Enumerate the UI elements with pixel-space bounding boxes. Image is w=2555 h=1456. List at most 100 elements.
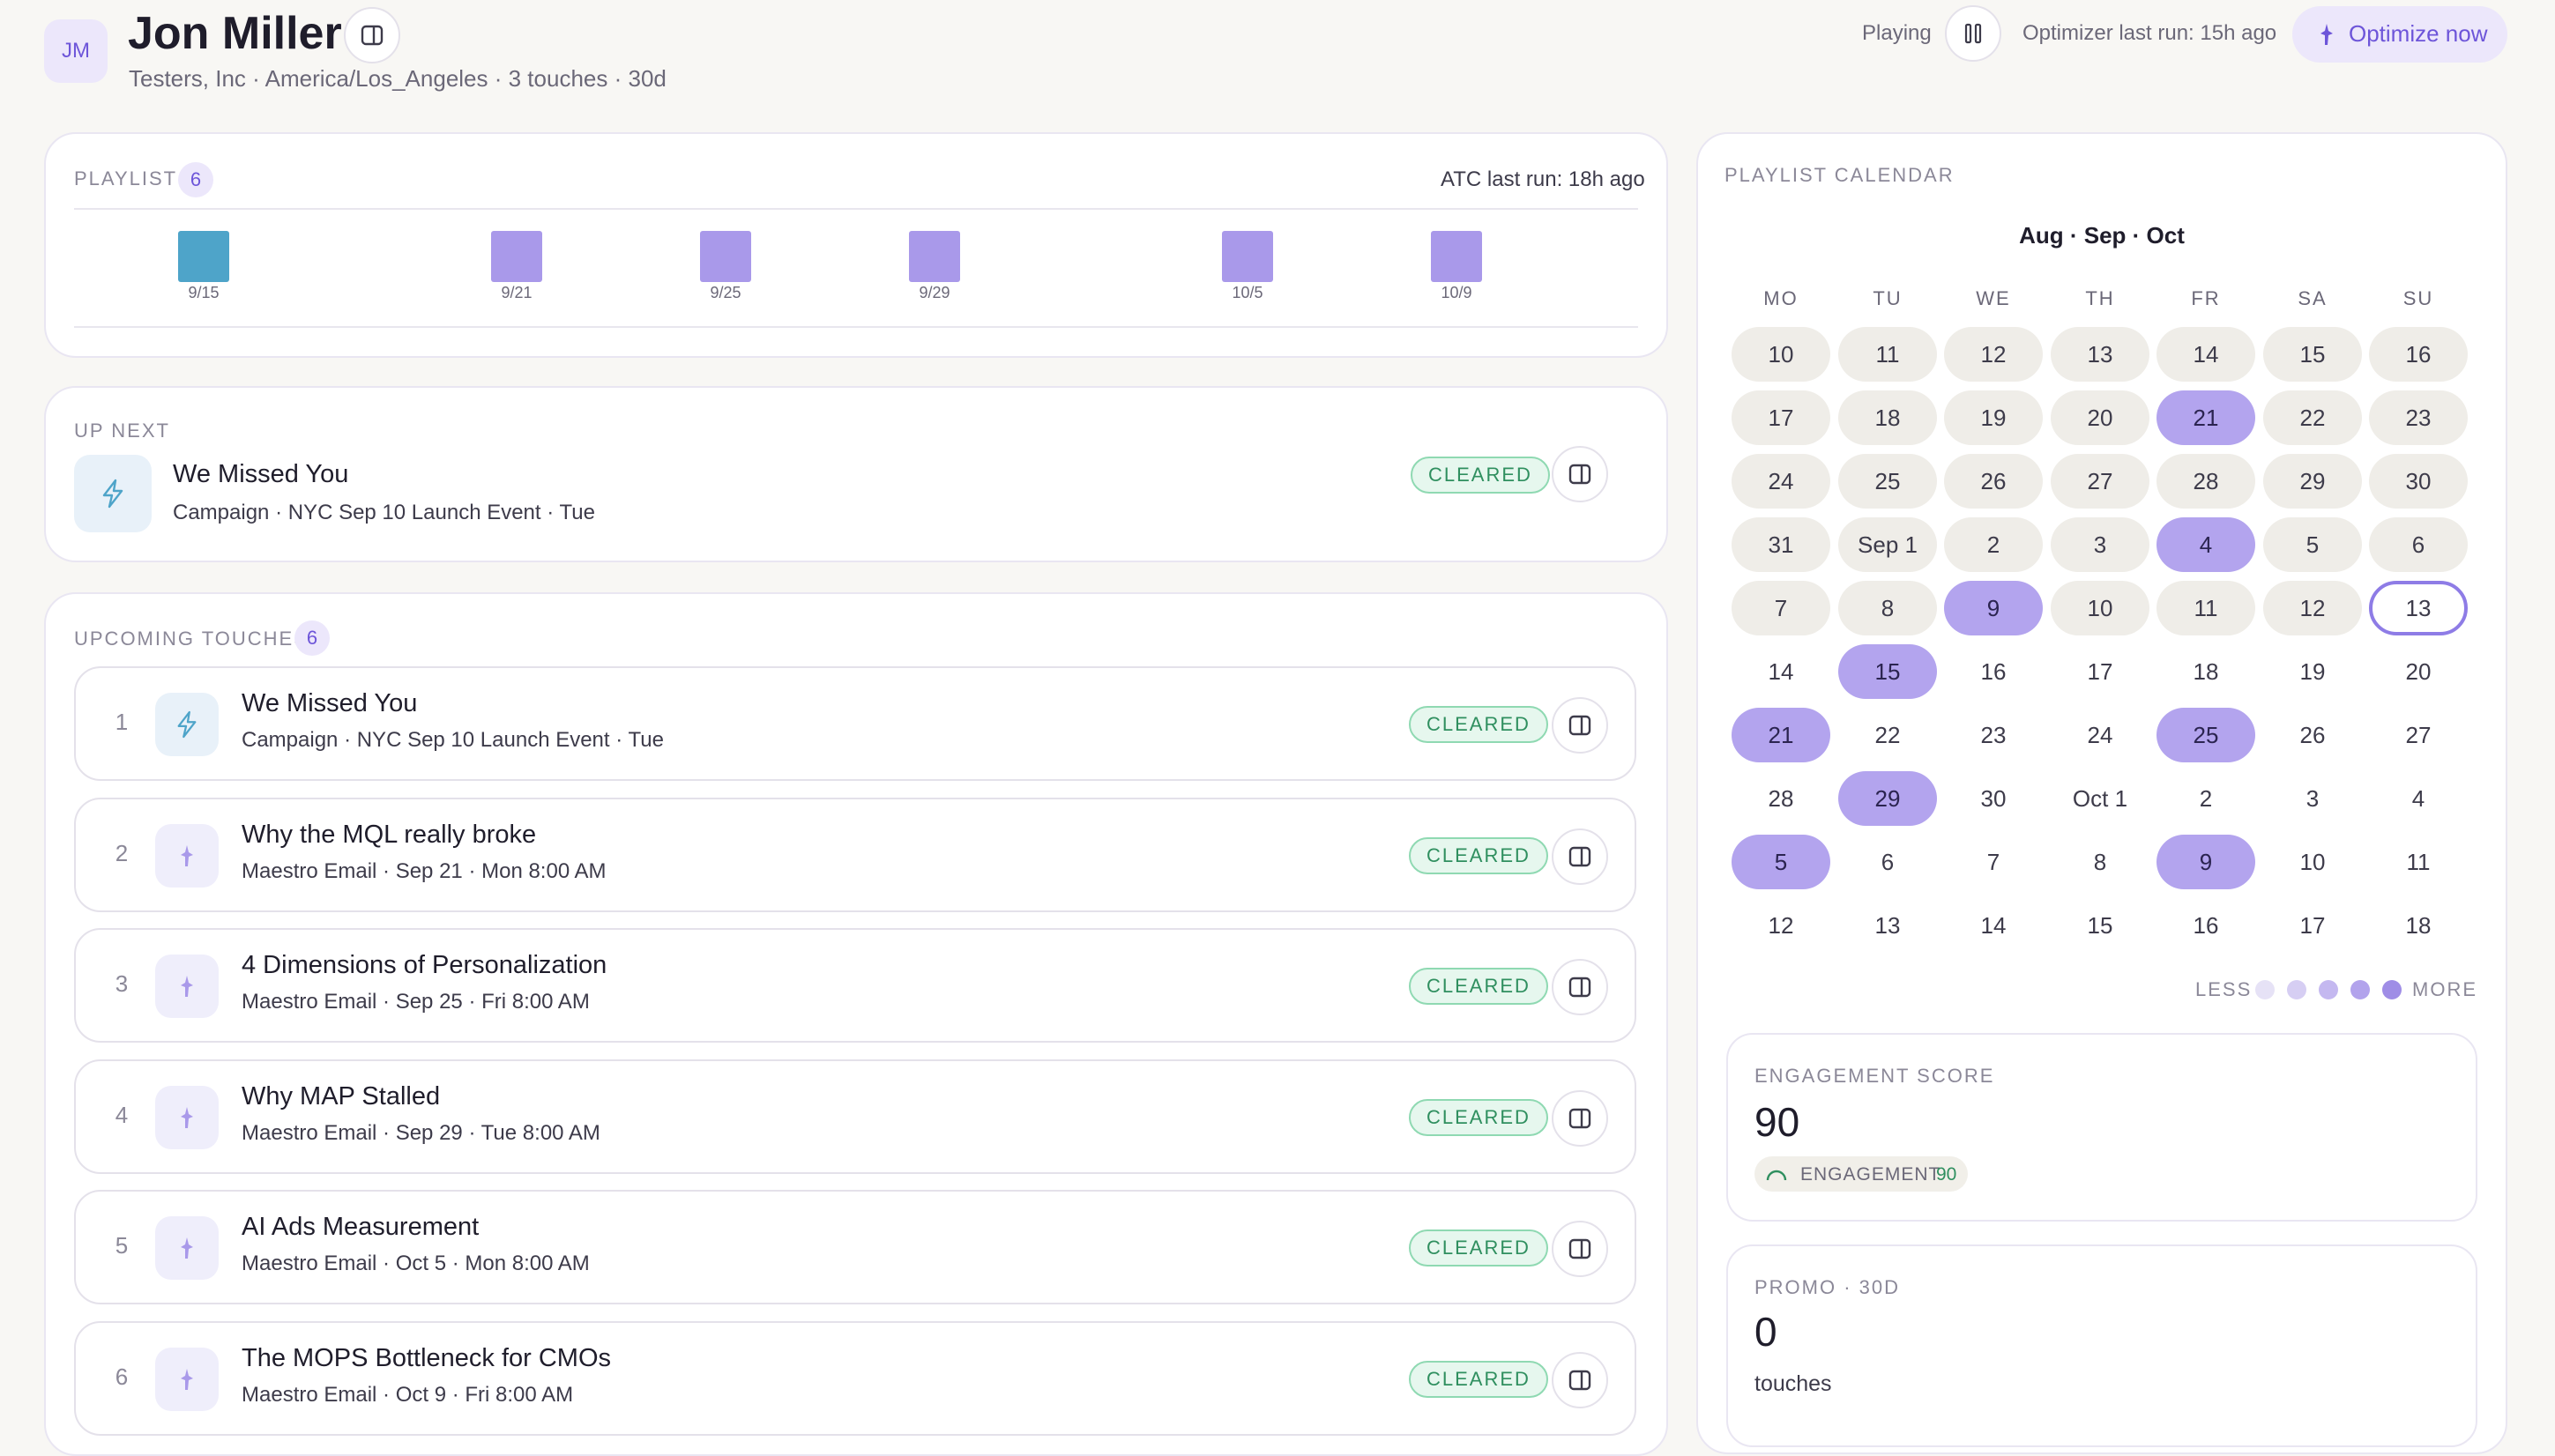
calendar-day[interactable]: 13 [2369, 581, 2468, 635]
calendar-day[interactable]: 17 [2051, 644, 2149, 699]
up-next-panel-button[interactable] [1552, 446, 1608, 502]
playlist-touch-marker[interactable] [909, 231, 960, 282]
calendar-day[interactable]: Sep 1 [1838, 517, 1937, 572]
calendar-day[interactable]: 5 [2263, 517, 2362, 572]
touch-panel-button[interactable] [1552, 1221, 1608, 1277]
touch-panel-button[interactable] [1552, 1089, 1608, 1147]
playlist-touch-marker[interactable] [700, 231, 751, 282]
calendar-day[interactable]: 6 [2369, 517, 2468, 572]
calendar-day-touch[interactable]: 4 [2156, 517, 2255, 572]
calendar-day[interactable]: 7 [1732, 581, 1830, 635]
touch-panel-button[interactable] [1552, 1351, 1608, 1408]
calendar-day[interactable]: 3 [2051, 517, 2149, 572]
calendar-day[interactable]: 11 [2369, 835, 2468, 889]
playlist-touch-marker[interactable] [1431, 231, 1482, 282]
calendar-day[interactable]: 7 [1944, 835, 2043, 889]
calendar-day[interactable]: 27 [2051, 454, 2149, 509]
calendar-day[interactable]: 15 [2051, 898, 2149, 953]
up-next-title[interactable]: We Missed You [173, 460, 348, 489]
upcoming-touch-row[interactable]: 5 AI Ads Measurement Maestro Email · Oct 5… [74, 1190, 1636, 1304]
calendar-day[interactable]: 18 [2369, 898, 2468, 953]
calendar-day[interactable]: 22 [1838, 708, 1937, 762]
calendar-day[interactable]: 16 [2156, 898, 2255, 953]
calendar-day[interactable]: 16 [2369, 327, 2468, 382]
calendar-day[interactable]: 10 [1732, 327, 1830, 382]
calendar-day[interactable]: 12 [1944, 327, 2043, 382]
calendar-day[interactable]: 14 [2156, 327, 2255, 382]
calendar-day[interactable]: 28 [1732, 771, 1830, 826]
calendar-day[interactable]: 29 [2263, 454, 2362, 509]
calendar-day[interactable]: 30 [2369, 454, 2468, 509]
calendar-day[interactable]: 15 [2263, 327, 2362, 382]
calendar-day-touch[interactable]: 21 [1732, 708, 1830, 762]
calendar-day[interactable]: 25 [1838, 454, 1937, 509]
calendar-day[interactable]: 17 [1732, 390, 1830, 445]
calendar-day[interactable]: 4 [2369, 771, 2468, 826]
calendar-day-touch[interactable]: 15 [1838, 644, 1937, 699]
calendar-day[interactable]: 10 [2051, 581, 2149, 635]
playlist-touch-marker[interactable] [491, 231, 542, 282]
legend-dot [2319, 980, 2338, 999]
calendar-day-touch[interactable]: 5 [1732, 835, 1830, 889]
calendar-day[interactable]: 18 [2156, 644, 2255, 699]
calendar-day[interactable]: 24 [1732, 454, 1830, 509]
panel-icon [1568, 1370, 1591, 1390]
calendar-day[interactable]: 23 [2369, 390, 2468, 445]
upcoming-touch-row[interactable]: 2 Why the MQL really broke Maestro Email ·… [74, 797, 1636, 912]
calendar-day[interactable]: 18 [1838, 390, 1937, 445]
calendar-day[interactable]: 11 [2156, 581, 2255, 635]
calendar-day-touch[interactable]: 9 [2156, 835, 2255, 889]
touch-panel-button[interactable] [1552, 828, 1608, 885]
upcoming-touch-row[interactable]: 3 4 Dimensions of Personalization Maestro … [74, 928, 1636, 1043]
pause-button[interactable] [1945, 5, 2001, 62]
calendar-day[interactable]: 26 [2263, 708, 2362, 762]
calendar-day[interactable]: 14 [1944, 898, 2043, 953]
upcoming-touches-count-badge: 6 [294, 620, 330, 656]
touch-subtitle: Maestro Email · Sep 29 · Tue 8:00 AM [242, 1120, 600, 1145]
calendar-day[interactable]: 6 [1838, 835, 1937, 889]
calendar-day[interactable]: 27 [2369, 708, 2468, 762]
touch-panel-button[interactable] [1552, 959, 1608, 1015]
calendar-day[interactable]: 2 [2156, 771, 2255, 826]
calendar-day[interactable]: 8 [1838, 581, 1937, 635]
calendar-day[interactable]: 23 [1944, 708, 2043, 762]
calendar-day-touch[interactable]: 21 [2156, 390, 2255, 445]
calendar-day-touch[interactable]: 9 [1944, 581, 2043, 635]
calendar-day[interactable]: 30 [1944, 771, 2043, 826]
calendar-day[interactable]: 24 [2051, 708, 2149, 762]
calendar-day[interactable]: 12 [2263, 581, 2362, 635]
calendar-day[interactable]: 22 [2263, 390, 2362, 445]
calendar-day[interactable]: 17 [2263, 898, 2362, 953]
open-panel-button[interactable] [344, 7, 400, 63]
calendar-day[interactable]: 10 [2263, 835, 2362, 889]
touch-number: 2 [115, 839, 129, 866]
calendar-day[interactable]: 13 [2051, 327, 2149, 382]
optimize-now-button[interactable]: Optimize now [2292, 6, 2507, 63]
calendar-day[interactable]: 19 [2263, 644, 2362, 699]
touch-panel-button[interactable] [1552, 697, 1608, 754]
calendar-day[interactable]: Oct 1 [2051, 771, 2149, 826]
calendar-day[interactable]: 3 [2263, 771, 2362, 826]
calendar-day[interactable]: 28 [2156, 454, 2255, 509]
calendar-day[interactable]: 26 [1944, 454, 2043, 509]
calendar-day[interactable]: 12 [1732, 898, 1830, 953]
calendar-day[interactable]: 19 [1944, 390, 2043, 445]
playlist-touch-marker[interactable] [1222, 231, 1273, 282]
upcoming-touch-row[interactable]: 4 Why MAP Stalled Maestro Email · Sep 29 ·… [74, 1059, 1636, 1174]
promo-label: PROMO · 30D [1754, 1276, 1901, 1298]
calendar-day[interactable]: 16 [1944, 644, 2043, 699]
calendar-day[interactable]: 31 [1732, 517, 1830, 572]
calendar-day[interactable]: 20 [2051, 390, 2149, 445]
calendar-day[interactable]: 11 [1838, 327, 1937, 382]
upcoming-touch-row[interactable]: 6 The MOPS Bottleneck for CMOs Maestro Ema… [74, 1320, 1636, 1436]
engagement-chip-label: ENGAGEMENT [1800, 1164, 1941, 1185]
upcoming-touch-row[interactable]: 1 We Missed You Campaign · NYC Sep 10 Laun… [74, 666, 1636, 781]
calendar-day-touch[interactable]: 29 [1838, 771, 1937, 826]
calendar-day-touch[interactable]: 25 [2156, 708, 2255, 762]
calendar-day[interactable]: 2 [1944, 517, 2043, 572]
playlist-touch-marker[interactable] [178, 231, 229, 282]
calendar-day[interactable]: 8 [2051, 835, 2149, 889]
calendar-day[interactable]: 20 [2369, 644, 2468, 699]
calendar-day[interactable]: 14 [1732, 644, 1830, 699]
calendar-day[interactable]: 13 [1838, 898, 1937, 953]
